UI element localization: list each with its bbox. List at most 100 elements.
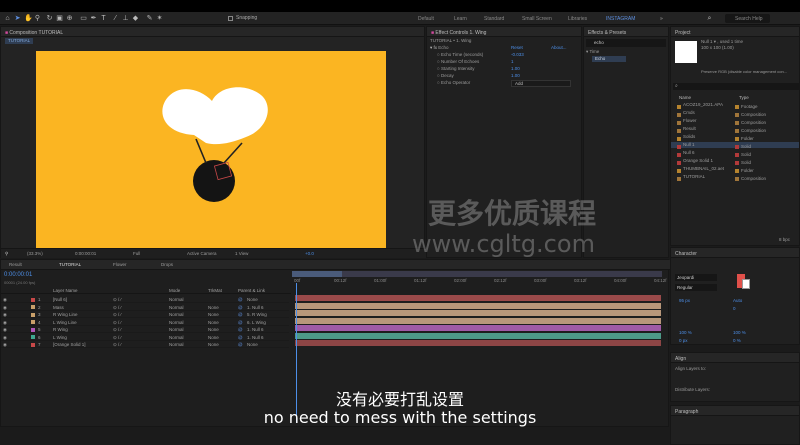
- layer-switches-icon[interactable]: ⊙ / ⁄: [113, 311, 121, 318]
- timeline-timecode[interactable]: 0:00:00:01: [4, 272, 32, 278]
- layer-label-color[interactable]: [31, 320, 35, 324]
- layer-duration-bar[interactable]: [295, 310, 661, 316]
- col-mode[interactable]: Mode: [169, 287, 180, 294]
- layer-name[interactable]: L Wing: [53, 334, 67, 341]
- roto-tool-icon[interactable]: ✎: [146, 15, 153, 22]
- layer-mode-dropdown[interactable]: Normal: [169, 326, 184, 333]
- timeline-tab-tutorial[interactable]: TUTORIAL: [59, 262, 81, 268]
- workspace-overflow-icon[interactable]: »: [660, 16, 663, 22]
- magnifier-icon[interactable]: ⚲: [5, 251, 8, 257]
- pan-behind-icon[interactable]: ⊕: [66, 15, 73, 22]
- clone-tool-icon[interactable]: ⊥: [122, 15, 129, 22]
- reset-link[interactable]: Reset: [511, 45, 523, 51]
- zoom-dropdown[interactable]: (33.3%): [27, 251, 43, 257]
- workspace-small-screen[interactable]: Small Screen: [522, 16, 552, 22]
- puppet-tool-icon[interactable]: ✶: [156, 15, 163, 22]
- layer-switches-icon[interactable]: ⊙ / ⁄: [113, 334, 121, 341]
- workspace-libraries[interactable]: Libraries: [568, 16, 587, 22]
- layer-name[interactable]: R Wing Line: [53, 311, 78, 318]
- parent-pickwhip-icon[interactable]: @: [238, 296, 243, 303]
- leading-value[interactable]: Auto: [733, 298, 742, 304]
- project-tab[interactable]: Project: [671, 27, 799, 37]
- layer-trkmat-dropdown[interactable]: None: [208, 326, 219, 333]
- effects-search-input[interactable]: echo: [586, 39, 666, 47]
- project-item[interactable]: Null 1 Solid: [671, 142, 799, 149]
- workspace-standard[interactable]: Standard: [484, 16, 504, 22]
- project-item[interactable]: THUMBNAIL_02.aet Folder: [671, 166, 799, 173]
- eye-icon[interactable]: ◉: [3, 311, 7, 318]
- resolution-dropdown[interactable]: Full: [133, 251, 140, 257]
- layer-mode-dropdown[interactable]: Normal: [169, 296, 184, 303]
- param-starting-intensity-value[interactable]: 1.00: [511, 66, 520, 72]
- timeline-tab-flower[interactable]: Flower: [113, 262, 127, 268]
- param-number-of-echoes[interactable]: ○ Number Of Echoes: [437, 59, 479, 65]
- project-item[interactable]: Result Composition: [671, 126, 799, 133]
- layer-trkmat-dropdown[interactable]: None: [208, 304, 219, 311]
- echo-effect-row[interactable]: ▾ fx Echo: [430, 45, 449, 51]
- font-size-value[interactable]: 95 px: [679, 298, 690, 304]
- timeline-layer-row[interactable]: ◉ 4 L Wing Line ⊙ / ⁄ Normal None @6. L Wing: [1, 319, 289, 326]
- selection-tool-icon[interactable]: ➤: [14, 15, 21, 22]
- param-echo-time-value[interactable]: -0.033: [511, 52, 524, 58]
- layer-duration-bar[interactable]: [295, 295, 661, 301]
- project-item[interactable]: Null 6 Solid: [671, 150, 799, 157]
- views-dropdown[interactable]: 1 View: [235, 251, 248, 257]
- layer-trkmat-dropdown[interactable]: None: [208, 319, 219, 326]
- layer-name[interactable]: R Wing: [53, 326, 68, 333]
- camera-dropdown[interactable]: Active Camera: [187, 251, 217, 257]
- effects-group-time[interactable]: ▾ Time: [586, 49, 599, 55]
- font-family-dropdown[interactable]: Jeopardi: [675, 274, 717, 281]
- project-item[interactable]: Orange Solid 1 Solid: [671, 158, 799, 165]
- param-decay-value[interactable]: 1.00: [511, 73, 520, 79]
- eye-icon[interactable]: ◉: [3, 319, 7, 326]
- timeline-layer-row[interactable]: ◉ 2 Mass ⊙ / ⁄ Normal None @1. Null 6: [1, 304, 289, 311]
- tsume-value[interactable]: 0 %: [733, 338, 741, 344]
- workspace-learn[interactable]: Learn: [454, 16, 467, 22]
- parent-pickwhip-icon[interactable]: @: [238, 326, 243, 333]
- eraser-tool-icon[interactable]: ◆: [132, 15, 139, 22]
- search-help-input[interactable]: Search Help: [725, 14, 770, 23]
- layer-parent-dropdown[interactable]: 5. R Wing: [247, 311, 267, 318]
- layer-label-color[interactable]: [31, 335, 35, 339]
- layer-duration-bar[interactable]: [295, 332, 661, 339]
- parent-pickwhip-icon[interactable]: @: [238, 311, 243, 318]
- work-area-bar[interactable]: [292, 271, 662, 277]
- type-tool-icon[interactable]: T: [100, 15, 107, 22]
- comp-canvas[interactable]: [36, 51, 386, 248]
- param-number-of-echoes-value[interactable]: 1: [511, 59, 514, 65]
- col-parent[interactable]: Parent & Link: [238, 287, 265, 294]
- layer-parent-dropdown[interactable]: 1. Null 6: [247, 334, 264, 341]
- project-item[interactable]: TUTORIAL Composition: [671, 174, 799, 181]
- character-tab[interactable]: Character: [671, 248, 799, 258]
- layer-switches-icon[interactable]: ⊙ / ⁄: [113, 296, 121, 303]
- layer-label-color[interactable]: [31, 305, 35, 309]
- project-item[interactable]: Flower Composition: [671, 118, 799, 125]
- composition-tab[interactable]: ■ Composition TUTORIAL: [1, 27, 424, 37]
- parent-pickwhip-icon[interactable]: @: [238, 304, 243, 311]
- layer-duration-bar[interactable]: [295, 340, 661, 346]
- layer-name[interactable]: L Wing Line: [53, 319, 77, 326]
- layer-switches-icon[interactable]: ⊙ / ⁄: [113, 326, 121, 333]
- timeline-layer-row[interactable]: ◉ 1 [Null 6] ⊙ / ⁄ Normal @ None: [1, 296, 289, 303]
- layer-trkmat-dropdown[interactable]: None: [208, 334, 219, 341]
- layer-switches-icon[interactable]: ⊙ / ⁄: [113, 341, 121, 348]
- effect-item-echo[interactable]: Echo: [592, 56, 626, 62]
- stroke-color-swatch[interactable]: [742, 279, 750, 289]
- comp-timecode[interactable]: 0:00:00:01: [75, 251, 96, 257]
- rectangle-tool-icon[interactable]: ▭: [80, 15, 87, 22]
- layer-parent-dropdown[interactable]: 1. Null 6: [247, 304, 264, 311]
- font-style-dropdown[interactable]: Regular: [675, 284, 717, 291]
- layer-name[interactable]: [Null 6]: [53, 296, 67, 303]
- workspace-instagram[interactable]: INSTAGRAM: [606, 16, 635, 22]
- exposure-value[interactable]: +0.0: [305, 251, 314, 257]
- layer-label-color[interactable]: [31, 342, 35, 347]
- param-echo-time[interactable]: ○ Echo Time (seconds): [437, 52, 483, 58]
- rotate-tool-icon[interactable]: ↻: [46, 15, 53, 22]
- workspace-default[interactable]: Default: [418, 16, 434, 22]
- project-item[interactable]: Solids Folder: [671, 134, 799, 141]
- param-echo-operator[interactable]: ○ Echo Operator: [437, 80, 470, 86]
- work-area-range[interactable]: [292, 271, 342, 277]
- eye-icon[interactable]: ◉: [3, 296, 7, 303]
- camera-tool-icon[interactable]: ▣: [56, 15, 63, 22]
- layer-duration-bar[interactable]: [295, 325, 661, 331]
